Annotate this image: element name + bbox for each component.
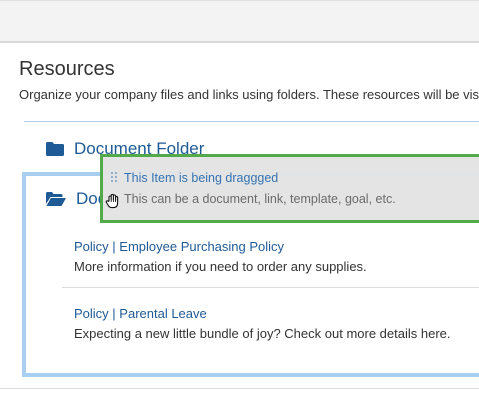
item-separator: | xyxy=(108,306,120,321)
top-bar xyxy=(0,0,479,43)
folder-icon xyxy=(46,142,64,156)
item-title[interactable]: Policy | Parental Leave xyxy=(74,306,451,321)
item-category[interactable]: Policy xyxy=(74,306,109,321)
item-name[interactable]: Parental Leave xyxy=(119,306,206,321)
item-divider xyxy=(62,287,479,288)
folder-open-icon xyxy=(46,192,66,206)
item-description: More information if you need to order an… xyxy=(74,259,367,274)
page-subtitle: Organize your company files and links us… xyxy=(19,87,479,102)
folder-row-doc[interactable]: Doc xyxy=(46,188,106,210)
item-title[interactable]: Policy | Employee Purchasing Policy xyxy=(74,239,367,254)
section-divider xyxy=(24,121,479,122)
bottom-divider xyxy=(0,388,479,389)
item-category[interactable]: Policy xyxy=(74,239,109,254)
page-title: Resources xyxy=(19,58,115,80)
list-item[interactable]: Policy | Employee Purchasing Policy More… xyxy=(74,239,367,274)
dragged-item-description: This can be a document, link, template, … xyxy=(124,192,396,206)
dragged-item[interactable]: This Item is being draggged This can be … xyxy=(100,154,479,223)
drag-handle-icon[interactable] xyxy=(110,171,118,183)
item-description: Expecting a new little bundle of joy? Ch… xyxy=(74,326,451,341)
item-name[interactable]: Employee Purchasing Policy xyxy=(119,239,284,254)
grab-hand-icon xyxy=(105,193,119,209)
dragged-item-title: This Item is being draggged xyxy=(124,171,279,185)
list-item[interactable]: Policy | Parental Leave Expecting a new … xyxy=(74,306,451,341)
item-separator: | xyxy=(108,239,120,254)
